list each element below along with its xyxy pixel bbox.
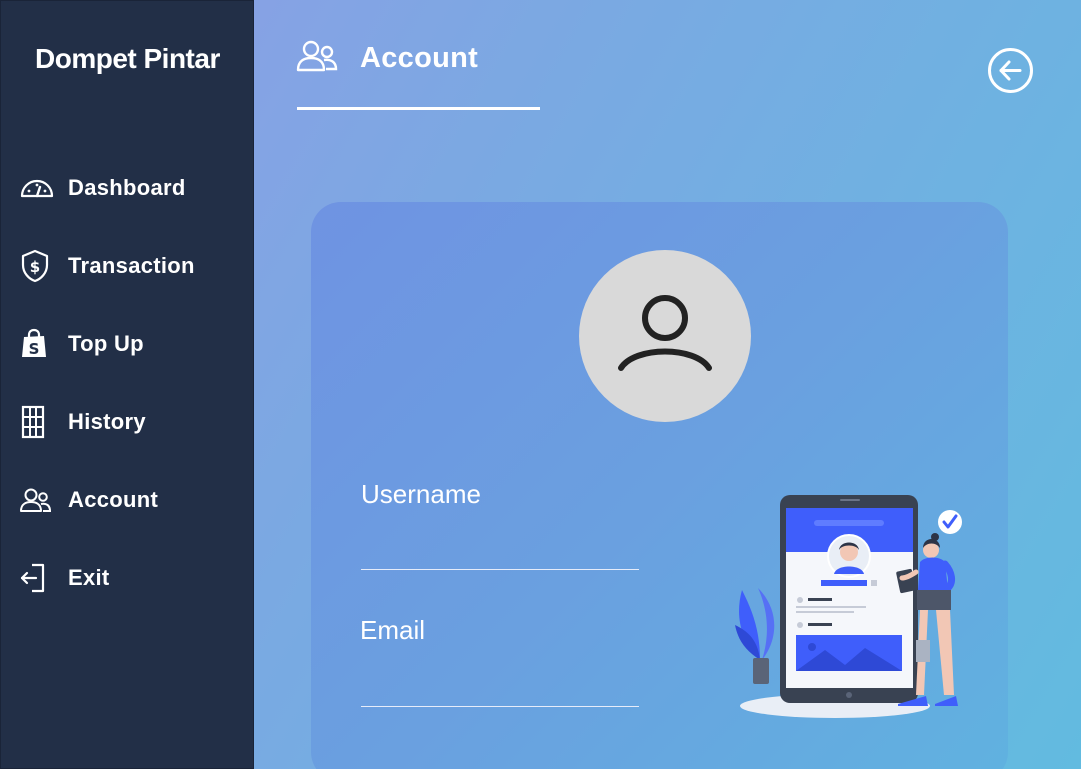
sidebar-item-label: Exit <box>68 565 110 590</box>
svg-text:S: S <box>29 340 40 358</box>
shopping-bag-icon: S <box>19 326 55 362</box>
back-button[interactable] <box>987 47 1034 94</box>
user-icon <box>615 292 715 381</box>
arrow-left-circle-icon <box>987 48 1034 98</box>
shield-dollar-icon: $ <box>19 248 55 284</box>
sidebar-item-exit[interactable]: Exit <box>19 558 244 598</box>
title-underline <box>297 107 540 110</box>
page-header: Account <box>296 38 478 79</box>
brand-title: Dompet Pintar <box>35 43 220 74</box>
page-title: Account <box>360 42 479 74</box>
email-field[interactable] <box>361 671 639 707</box>
username-field[interactable] <box>361 534 639 570</box>
sidebar-item-label: Dashboard <box>68 175 186 200</box>
email-label: Email <box>360 615 426 645</box>
users-icon <box>296 38 338 79</box>
sidebar-item-history[interactable]: History <box>19 402 244 442</box>
exit-icon <box>19 560 55 596</box>
sidebar-item-label: History <box>68 409 146 434</box>
avatar[interactable] <box>579 250 751 422</box>
sidebar-item-top-up[interactable]: S Top Up <box>19 324 244 364</box>
sidebar-item-transaction[interactable]: $ Transaction <box>19 246 244 286</box>
ledger-icon <box>19 404 55 440</box>
profile-illustration <box>730 490 975 722</box>
username-label: Username <box>361 479 481 509</box>
svg-text:$: $ <box>30 258 40 276</box>
sidebar-item-account[interactable]: Account <box>19 480 244 520</box>
users-icon <box>19 482 55 518</box>
sidebar-item-label: Transaction <box>68 253 195 278</box>
sidebar-item-dashboard[interactable]: Dashboard <box>19 168 244 208</box>
sidebar-item-label: Account <box>68 487 159 512</box>
sidebar-item-label: Top Up <box>68 331 144 356</box>
gauge-icon <box>19 170 55 206</box>
sidebar: Dompet Pintar Dashboard $ Transaction S … <box>0 0 254 769</box>
